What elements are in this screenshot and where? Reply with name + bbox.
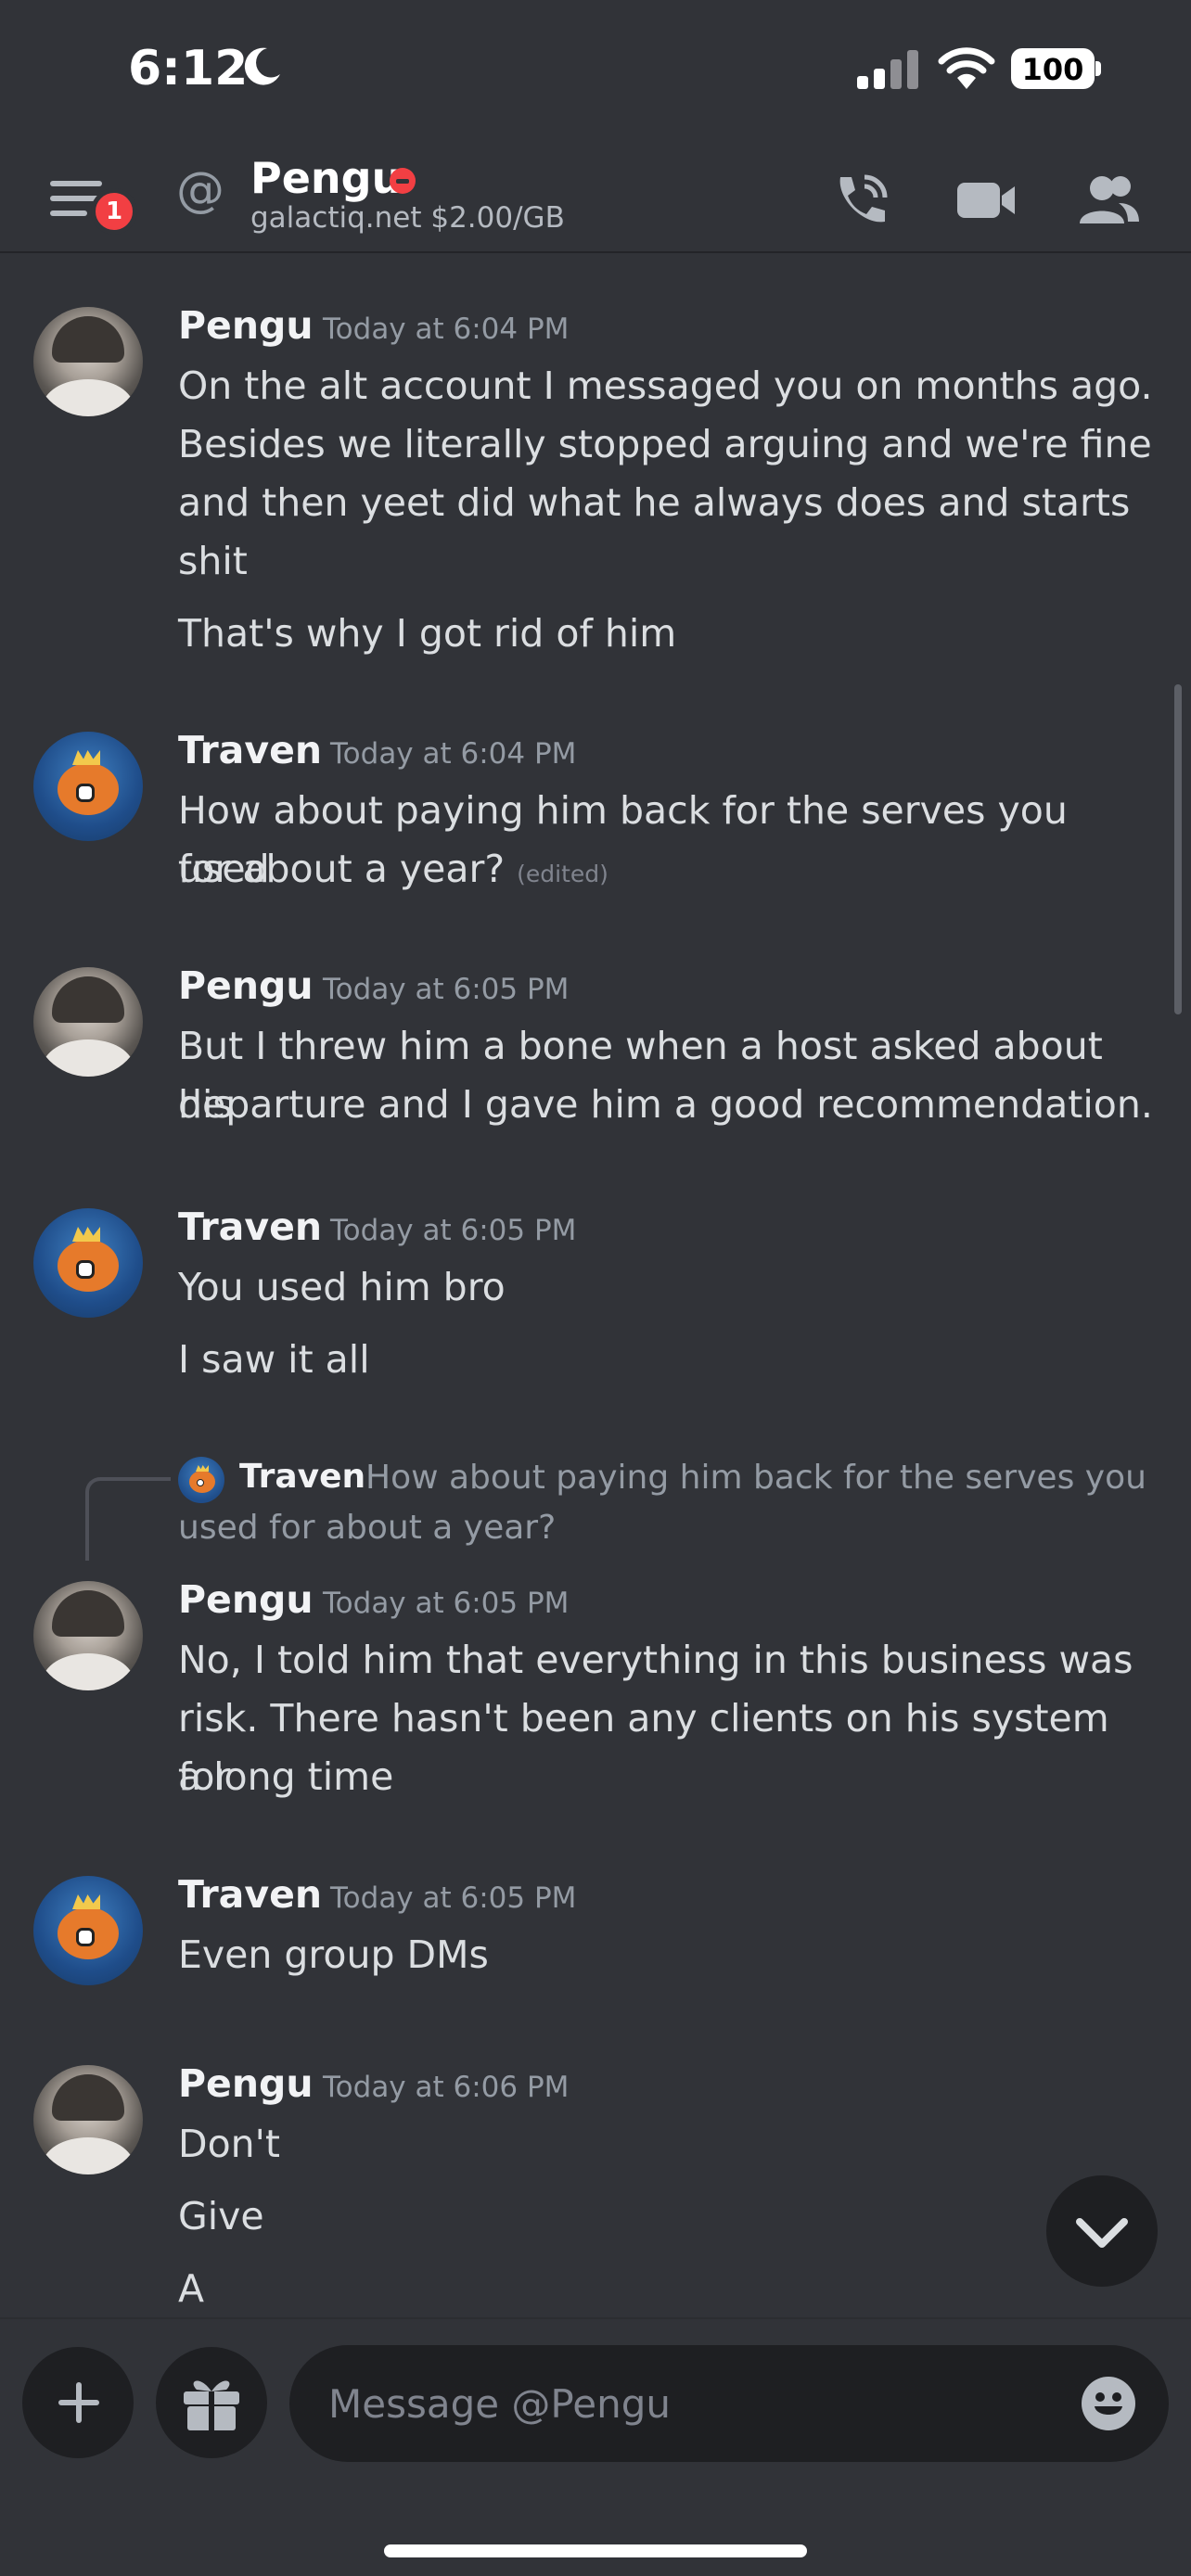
- chevron-down-icon: [1076, 2218, 1128, 2248]
- message-line: Don't: [178, 2122, 280, 2166]
- message-line: shit: [178, 539, 248, 583]
- emoji-icon[interactable]: [1080, 2375, 1137, 2432]
- reply-connector: [85, 1477, 171, 1561]
- message-line: That's why I got rid of him: [178, 611, 677, 656]
- message-timestamp: Today at 6:05 PM: [323, 1587, 570, 1620]
- message-line: a long time: [178, 1754, 394, 1799]
- battery-indicator: 100: [1011, 48, 1101, 89]
- app-root: 6:12 100 1 @ Pengu galactiq.net $2.00/GB…: [0, 0, 1191, 2576]
- message-timestamp: Today at 6:05 PM: [330, 1881, 577, 1915]
- message-author[interactable]: Traven: [178, 728, 322, 772]
- message-author[interactable]: Pengu: [178, 303, 314, 348]
- message-timestamp: Today at 6:05 PM: [330, 1214, 577, 1247]
- message-line: A: [178, 2266, 205, 2311]
- edited-label: (edited): [517, 861, 608, 887]
- reply-preview[interactable]: How about paying him back for the serves…: [178, 1453, 1161, 1553]
- message-composer: [0, 2317, 1191, 2576]
- dm-header: 1 @ Pengu galactiq.net $2.00/GB: [0, 144, 1191, 253]
- message-input[interactable]: [328, 2371, 1033, 2436]
- message-timestamp: Today at 6:06 PM: [323, 2071, 570, 2104]
- scrollbar-thumb[interactable]: [1174, 684, 1182, 1014]
- avatar[interactable]: [33, 967, 143, 1077]
- add-attachment-button[interactable]: [22, 2347, 134, 2458]
- message-line: Give: [178, 2194, 264, 2238]
- message-line: No, I told him that everything in this b…: [178, 1638, 1133, 1682]
- avatar[interactable]: [33, 307, 143, 416]
- dm-recipient-status: galactiq.net $2.00/GB: [250, 201, 565, 235]
- message-author[interactable]: Pengu: [178, 963, 314, 1008]
- avatar[interactable]: [33, 732, 143, 841]
- members-icon[interactable]: [1076, 168, 1141, 233]
- at-sign-icon: @: [176, 162, 224, 218]
- message-author[interactable]: Traven: [178, 1872, 322, 1917]
- message-line: On the alt account I messaged you on mon…: [178, 363, 1153, 408]
- status-bar: 6:12 100: [0, 0, 1191, 144]
- avatar[interactable]: [33, 1876, 143, 1985]
- message-author[interactable]: Pengu: [178, 1577, 314, 1622]
- do-not-disturb-icon: [390, 168, 416, 194]
- notification-badge: 1: [91, 188, 137, 235]
- home-indicator[interactable]: [384, 2544, 807, 2557]
- dm-recipient-name[interactable]: Pengu: [250, 153, 402, 203]
- message-timestamp: Today at 6:05 PM: [323, 973, 570, 1006]
- gift-icon: [184, 2380, 239, 2430]
- message-list[interactable]: Pengu Today at 6:04 PM On the alt accoun…: [0, 255, 1191, 2317]
- wifi-icon: [938, 47, 995, 89]
- avatar[interactable]: [33, 1208, 143, 1318]
- video-call-icon[interactable]: [954, 168, 1018, 233]
- message-line: departure and I gave him a good recommen…: [178, 1082, 1153, 1127]
- battery-tip: [1095, 61, 1101, 76]
- gift-button[interactable]: [156, 2347, 267, 2458]
- avatar[interactable]: [33, 2065, 143, 2174]
- message-line: for about a year? (edited): [178, 840, 1161, 903]
- message-timestamp: Today at 6:04 PM: [323, 312, 570, 346]
- message-line: and then yeet did what he always does an…: [178, 480, 1131, 525]
- cellular-signal-icon: [857, 50, 918, 89]
- message-author[interactable]: Pengu: [178, 2061, 314, 2106]
- message-input-container: [289, 2345, 1169, 2462]
- battery-level: 100: [1021, 52, 1084, 87]
- message-timestamp: Today at 6:04 PM: [330, 737, 577, 771]
- magikarp-icon: [58, 763, 119, 815]
- message-text: for about a year?: [178, 847, 506, 891]
- message-line: Even group DMs: [178, 1932, 489, 1977]
- magikarp-icon: [58, 1907, 119, 1959]
- message-line: You used him bro: [178, 1265, 506, 1309]
- magikarp-icon: [58, 1240, 119, 1292]
- message-author[interactable]: Traven: [178, 1205, 322, 1249]
- message-line: I saw it all: [178, 1337, 370, 1382]
- voice-call-icon[interactable]: [827, 168, 892, 233]
- message-line: Besides we literally stopped arguing and…: [178, 422, 1152, 466]
- plus-icon: [58, 2382, 99, 2423]
- status-time: 6:12: [128, 41, 249, 96]
- moon-icon: [244, 47, 280, 85]
- jump-to-bottom-button[interactable]: [1046, 2175, 1158, 2287]
- avatar[interactable]: [33, 1581, 143, 1690]
